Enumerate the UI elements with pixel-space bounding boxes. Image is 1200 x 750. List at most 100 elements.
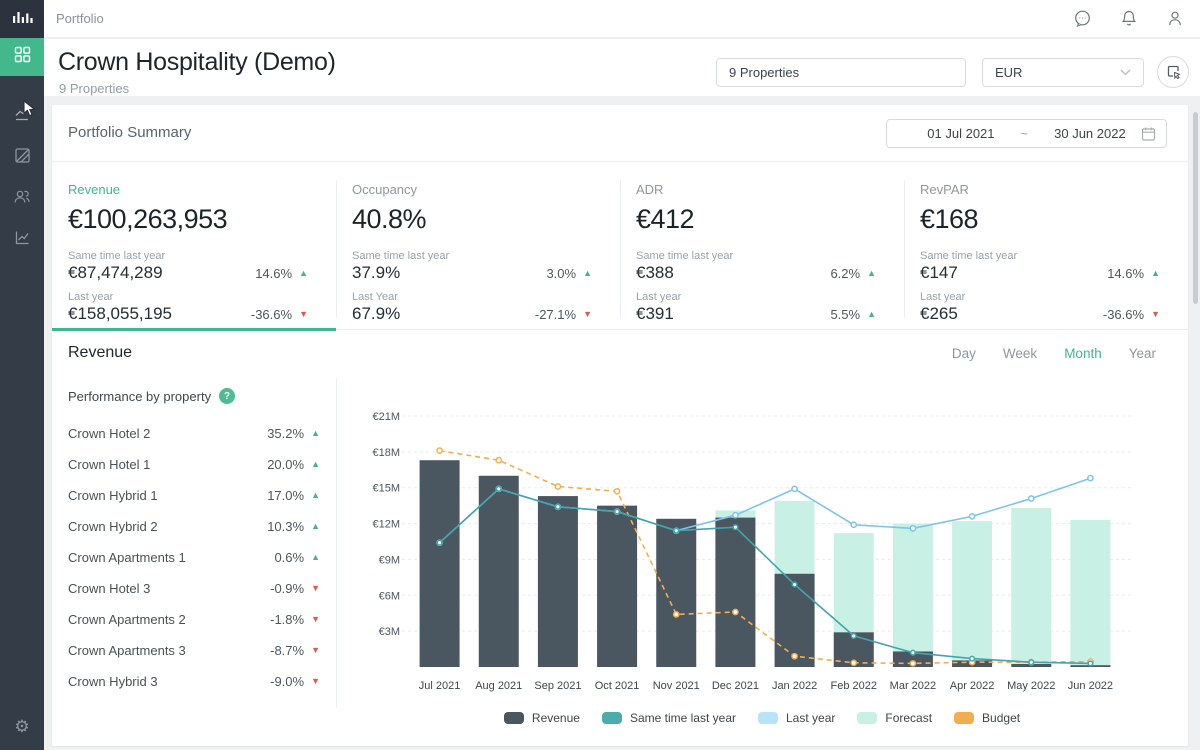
svg-text:Nov 2021: Nov 2021 [653, 680, 700, 692]
page-subtitle: 9 Properties [59, 81, 130, 96]
kpi-sub-value: €388 [636, 263, 674, 282]
svg-text:Apr 2022: Apr 2022 [950, 680, 995, 692]
property-name: Crown Apartments 2 [68, 612, 186, 627]
tab-month[interactable]: Month [1064, 346, 1102, 361]
legend-label: Revenue [531, 711, 580, 725]
arrow-down-icon: ▼ [583, 308, 592, 319]
svg-text:€18M: €18M [372, 447, 400, 459]
kpi-sub-value: €87,474,289 [68, 263, 163, 282]
legend-swatch [758, 712, 778, 724]
kpi-sub-label: Last year [636, 291, 682, 303]
svg-text:Feb 2022: Feb 2022 [831, 680, 877, 692]
legend-swatch [601, 712, 622, 724]
property-row[interactable]: Crown Apartments 1 0.6% ▲ [52, 542, 336, 573]
kpi-sub-label: Last Year [352, 291, 398, 303]
property-change: 10.3% [267, 519, 305, 534]
settings-gear-icon[interactable]: ⚙ [0, 710, 44, 744]
svg-text:€12M: €12M [372, 519, 400, 531]
kpi-sub-label: Same time last year [636, 250, 734, 262]
currency-select[interactable]: EUR [982, 58, 1144, 87]
property-row[interactable]: Crown Hybrid 1 17.0% ▲ [52, 480, 336, 511]
property-name: Crown Hotel 1 [68, 457, 151, 472]
kpi-change: 6.2% [830, 265, 861, 281]
tab-year[interactable]: Year [1129, 346, 1156, 361]
property-row[interactable]: Crown Hotel 3 -0.9% ▼ [52, 573, 336, 604]
report-select-button[interactable] [1157, 56, 1189, 88]
svg-text:Jul 2021: Jul 2021 [419, 680, 461, 692]
blocked-square-icon [14, 147, 31, 169]
notifications-bell-icon[interactable] [1120, 9, 1138, 28]
legend-item-revenue[interactable]: Revenue [503, 711, 580, 725]
arrow-up-icon: ▲ [311, 428, 320, 438]
legend-item-same-time-last-year[interactable]: Same time last year [601, 711, 736, 725]
kpi-label: RevPAR [920, 182, 969, 197]
currency-value: EUR [995, 65, 1023, 80]
property-change: -0.9% [270, 581, 305, 596]
arrow-down-icon: ▼ [311, 614, 320, 624]
arrow-up-icon: ▲ [311, 459, 320, 469]
svg-text:Dec 2021: Dec 2021 [712, 680, 759, 692]
arrow-up-icon: ▲ [583, 267, 592, 278]
kpi-tab-revpar[interactable]: RevPAR €168 Same time last year €147 14.6% ▲ L… [904, 162, 1188, 329]
property-change: 35.2% [267, 426, 305, 441]
kpi-value: €100,263,953 [68, 204, 228, 234]
svg-text:€9M: €9M [379, 554, 400, 566]
property-row[interactable]: Crown Apartments 3 -8.7% ▼ [52, 635, 336, 666]
legend-item-forecast[interactable]: Forecast [857, 711, 932, 725]
vertical-scrollbar[interactable] [1193, 112, 1198, 304]
topbar: Portfolio [44, 0, 1200, 38]
property-name: Crown Hotel 3 [68, 581, 151, 596]
properties-selector[interactable]: 9 Properties [716, 58, 966, 87]
property-row[interactable]: Crown Apartments 2 -1.8% ▼ [52, 604, 336, 635]
arrow-down-icon: ▼ [299, 308, 308, 319]
arrow-up-icon: ▲ [299, 267, 308, 278]
kpi-sub-label: Same time last year [920, 250, 1018, 262]
property-row[interactable]: Crown Hotel 1 20.0% ▲ [52, 449, 336, 480]
sidebar-item-dashboard[interactable] [0, 38, 44, 76]
date-range-picker[interactable]: 01 Jul 2021 ~ 30 Jun 2022 [886, 119, 1167, 148]
kpi-tab-revenue[interactable]: Revenue €100,263,953 Same time last year €8… [52, 162, 336, 331]
kpi-sub-label: Last year [920, 291, 966, 303]
property-change: 0.6% [274, 550, 305, 565]
property-name: Crown Hybrid 2 [68, 519, 158, 534]
app-window: Portfolio ⚙ Crown Hospitality (Demo) 9 P… [0, 0, 1200, 750]
legend-label: Same time last year [629, 711, 736, 725]
legend-item-budget[interactable]: Budget [954, 711, 1020, 725]
kpi-sub-label: Same time last year [352, 250, 450, 262]
kpi-label: ADR [636, 182, 664, 197]
property-change: 20.0% [267, 457, 305, 472]
property-row[interactable]: Crown Hybrid 3 -9.0% ▼ [52, 666, 336, 697]
kpi-label: Occupancy [352, 182, 418, 197]
kpi-tab-occupancy[interactable]: Occupancy 40.8% Same time last year 37.9% 3.… [336, 162, 620, 329]
property-row[interactable]: Crown Hybrid 2 10.3% ▲ [52, 511, 336, 542]
legend-swatch [857, 712, 878, 724]
performance-panel: Performance by property ? Crown Hotel 2 3… [52, 378, 336, 697]
sidebar-item-trends[interactable] [0, 98, 44, 136]
svg-text:Sep 2021: Sep 2021 [534, 680, 581, 692]
svg-text:€6M: €6M [379, 590, 400, 602]
kpi-change: -36.6% [250, 306, 293, 322]
sidebar-item-analytics[interactable] [0, 221, 44, 259]
property-change: 17.0% [267, 488, 305, 503]
tab-week[interactable]: Week [1003, 346, 1037, 361]
kpi-sub-value: €265 [920, 304, 958, 323]
sidebar-item-blocked[interactable] [0, 139, 44, 177]
svg-text:Jun 2022: Jun 2022 [1068, 680, 1113, 692]
legend-label: Forecast [885, 711, 933, 725]
kpi-change: 14.6% [255, 265, 293, 281]
app-logo[interactable] [0, 0, 44, 38]
chat-icon[interactable] [1073, 9, 1092, 28]
svg-text:May 2022: May 2022 [1007, 680, 1055, 692]
kpi-change: 5.5% [830, 306, 861, 322]
page-header: Crown Hospitality (Demo) 9 Properties 9 … [44, 39, 1200, 96]
tab-day[interactable]: Day [952, 346, 976, 361]
arrow-up-icon: ▲ [867, 308, 876, 319]
sidebar-item-users[interactable] [0, 180, 44, 218]
summary-title: Portfolio Summary [68, 124, 192, 141]
kpi-change: 3.0% [546, 265, 577, 281]
legend-item-last-year[interactable]: Last year [758, 711, 835, 725]
property-row[interactable]: Crown Hotel 2 35.2% ▲ [52, 418, 336, 449]
help-icon[interactable]: ? [219, 388, 236, 404]
account-user-icon[interactable] [1166, 9, 1184, 28]
kpi-tab-adr[interactable]: ADR €412 Same time last year €388 6.2% ▲ Last … [620, 162, 904, 329]
